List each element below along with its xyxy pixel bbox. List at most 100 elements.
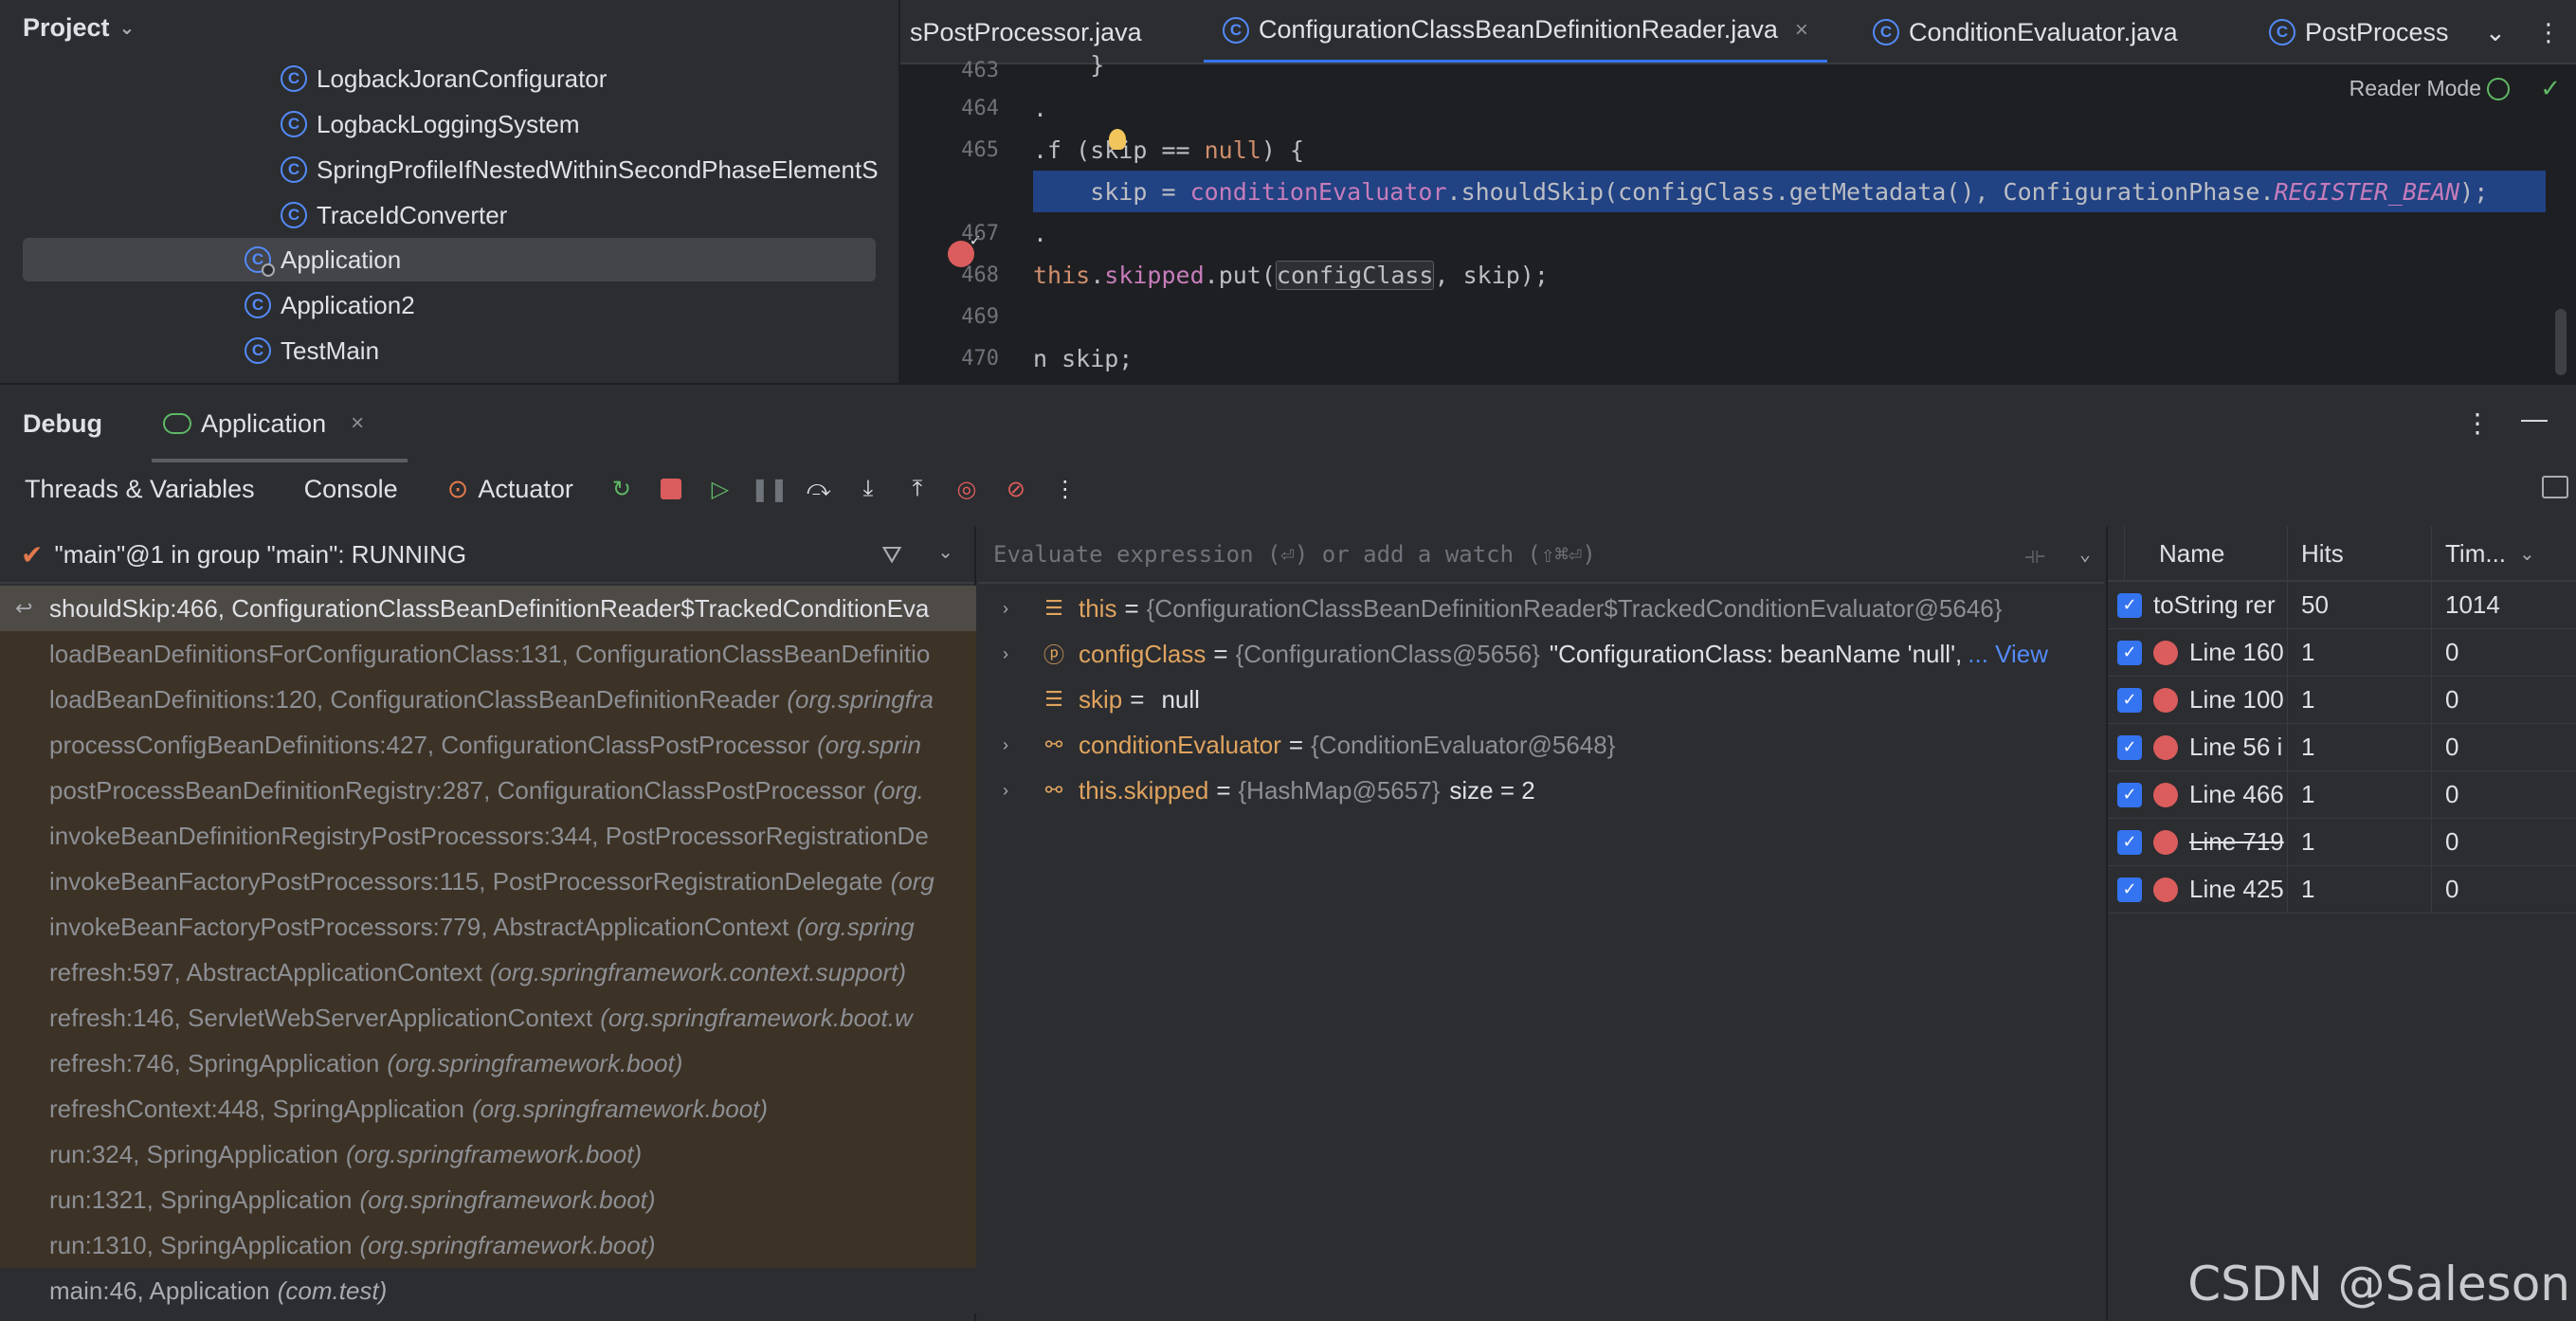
column-hits[interactable]: Hits [2288, 526, 2432, 581]
frame-method: refresh:146, ServletWebServerApplication… [49, 1003, 593, 1032]
breakpoint-name: toString rer [2153, 590, 2276, 619]
expand-arrow-icon[interactable]: › [1003, 644, 1025, 664]
expand-arrow-icon[interactable]: › [1003, 599, 1025, 619]
lightbulb-icon[interactable] [1109, 129, 1126, 150]
frame-package: (org.springframework.boot) [387, 1048, 683, 1077]
stack-frame[interactable]: run:1321, SpringApplication (org.springfr… [0, 1177, 976, 1222]
stack-frame[interactable]: processConfigBeanDefinitions:427, Config… [0, 722, 976, 768]
checkbox[interactable]: ✓ [2117, 734, 2142, 760]
stack-frame[interactable]: invokeBeanDefinitionRegistryPostProcesso… [0, 813, 976, 859]
stack-frame[interactable]: refresh:746, SpringApplication (org.sprin… [0, 1041, 976, 1086]
project-header[interactable]: Project ⌄ [0, 0, 898, 55]
thread-selector[interactable]: ✔ "main"@1 in group "main": RUNNING ⛛ ⌄ [0, 527, 974, 584]
code-line: .f (sk ip == null) { [1033, 129, 1304, 171]
check-icon[interactable]: ✓ [2540, 74, 2561, 103]
tab-threads-variables[interactable]: Threads & Variables [25, 475, 255, 504]
run-badge-icon [262, 263, 275, 277]
tree-item[interactable]: C LogbackLoggingSystem [281, 102, 580, 146]
stack-frame[interactable]: run:1310, SpringApplication (org.springfr… [0, 1222, 976, 1268]
more-icon[interactable]: ⋮ [2464, 407, 2491, 439]
breakpoint-row[interactable]: ✓ Line 466 1 0 [2108, 770, 2576, 819]
breakpoint-row[interactable]: ✓ Line 56 i10 [2108, 723, 2576, 771]
stack-frame[interactable]: main:46, Application (com.test) [0, 1268, 976, 1313]
tree-item-label: Application2 [281, 290, 415, 319]
breakpoint-hits: 1 [2288, 676, 2432, 724]
chevron-down-icon[interactable]: ⌄ [2079, 542, 2091, 565]
variable-row[interactable]: ☰ skip = null [978, 677, 2104, 722]
tab-postprocessor[interactable]: sPostProcessor.java [910, 0, 1142, 63]
stack-frame[interactable]: invokeBeanFactoryPostProcessors:779, Abs… [0, 904, 976, 950]
stack-frame[interactable]: invokeBeanFactoryPostProcessors:115, Pos… [0, 859, 976, 904]
step-into-icon[interactable]: ⤓ [854, 475, 882, 503]
editor-tab-bar: sPostProcessor.java C ConfigurationClass… [900, 0, 2576, 64]
stack-frame[interactable]: run:324, SpringApplication (org.springfra… [0, 1131, 976, 1177]
tab-condition-evaluator[interactable]: C ConditionEvaluator.java [1873, 0, 2178, 63]
add-watch-icon[interactable]: ⟛ [2024, 542, 2045, 569]
variable-row[interactable]: › ⚯ this.skipped = {HashMap@5657} size = 2 [978, 768, 2104, 813]
tree-item[interactable]: C LogbackJoranConfigurator [281, 57, 607, 100]
tree-item[interactable]: C SpringProfileIfNestedWithinSecondPhase… [281, 148, 900, 191]
mute-breakpoints-icon[interactable]: ⊘ [1002, 475, 1030, 503]
breakpoint-row[interactable]: ✓ Line 425 1 0 [2108, 865, 2576, 914]
filter-icon[interactable]: ⛛ [881, 540, 902, 570]
stack-frame[interactable]: refresh:597, AbstractApplicationContext(… [0, 950, 976, 995]
tree-item[interactable]: C TestMain [245, 329, 379, 372]
breakpoint-name: Line 466 [2189, 780, 2284, 808]
stack-frame[interactable]: loadBeanDefinitionsForConfigurationClass… [0, 631, 976, 677]
variable-row[interactable]: › ⓟ configClass = {ConfigurationClass@5656} "… [978, 631, 2104, 677]
close-icon[interactable]: × [1795, 17, 1808, 44]
scrollbar[interactable] [2555, 309, 2567, 375]
view-link[interactable]: ... View [1968, 640, 2048, 669]
breakpoint-row[interactable]: ✓ Line 100 1 0 [2108, 676, 2576, 724]
chevron-down-icon[interactable]: ⌄ [2485, 18, 2506, 47]
close-icon[interactable]: × [351, 410, 364, 437]
chevron-down-icon[interactable]: ⌄ [937, 540, 953, 564]
tree-item[interactable]: C Application2 [245, 283, 415, 327]
breakpoint-row[interactable]: ✓ Line 160 1 0 [2108, 628, 2576, 677]
frame-package: (org. [873, 775, 924, 805]
view-breakpoints-icon[interactable]: ◎ [952, 475, 981, 503]
expand-arrow-icon[interactable]: › [1003, 735, 1025, 755]
more-icon[interactable]: ⋮ [2536, 18, 2561, 47]
tab-configuration-class-bean-definition-reader[interactable]: C ConfigurationClassBeanDefinitionReader… [1204, 0, 1827, 63]
layout-icon[interactable] [2542, 476, 2568, 498]
reader-mode-button[interactable]: Reader Mode [2349, 76, 2481, 101]
breakpoint-row[interactable]: ✓ toString rer 50 1014 [2108, 581, 2576, 629]
stack-frame[interactable]: refresh:146, ServletWebServerApplication… [0, 995, 976, 1041]
tab-console[interactable]: Console [304, 475, 398, 504]
code-area[interactable]: } . .f (sk ip == null) { skip = condition… [1033, 51, 2576, 383]
rerun-icon[interactable]: ↻ [608, 475, 636, 503]
column-time[interactable]: Tim... ⌄ [2432, 526, 2574, 581]
step-out-icon[interactable]: ⤒ [903, 475, 932, 503]
checkbox[interactable]: ✓ [2117, 877, 2142, 902]
more-icon[interactable]: ⋮ [1051, 475, 1079, 503]
tab-actuator[interactable]: ⊙ Actuator [447, 475, 573, 504]
variable-row[interactable]: › ⚯ conditionEvaluator = {ConditionEvaluator… [978, 722, 2104, 768]
stack-frame[interactable]: postProcessBeanDefinitionRegistry:287, C… [0, 768, 976, 813]
expand-arrow-icon[interactable]: › [1003, 781, 1025, 801]
pause-icon[interactable]: ❚❚ [751, 475, 789, 503]
column-name[interactable]: Name [2125, 526, 2288, 581]
stack-frame[interactable]: refreshContext:448, SpringApplication (or… [0, 1086, 976, 1131]
stack-frame[interactable]: shouldSkip:466, ConfigurationClassBeanDe… [0, 586, 976, 631]
breakpoint-row[interactable]: ✓ Line 719 1 0 [2108, 818, 2576, 866]
stack-frame[interactable]: loadBeanDefinitions:120, ConfigurationCl… [0, 677, 976, 722]
checkbox[interactable]: ✓ [2117, 592, 2142, 618]
tree-item[interactable]: C TraceIdConverter [281, 193, 507, 237]
stop-icon[interactable] [657, 475, 685, 503]
breakpoints-header: Name Hits Tim... ⌄ [2108, 526, 2576, 582]
inspection-ok-icon[interactable] [2487, 78, 2510, 100]
variable-row[interactable]: › ☰ this = {ConfigurationClassBeanDefinition… [978, 586, 2104, 631]
step-over-icon[interactable]: ⤼ [805, 475, 833, 503]
debug-session-tab[interactable]: Application × [152, 385, 408, 462]
checkbox[interactable]: ✓ [2117, 829, 2142, 855]
evaluate-expression-input[interactable]: Evaluate expression (⏎) or add a watch (… [978, 527, 2104, 584]
tree-item-application[interactable]: C Application [23, 238, 876, 281]
session-label: Application [201, 408, 327, 438]
resume-icon[interactable]: ▷ [706, 475, 735, 503]
checkbox[interactable]: ✓ [2117, 640, 2142, 665]
minimize-icon[interactable]: — [2521, 404, 2548, 434]
checkbox[interactable]: ✓ [2117, 782, 2142, 807]
checkbox[interactable]: ✓ [2117, 687, 2142, 713]
tab-postprocess[interactable]: C PostProcess [2269, 0, 2449, 63]
